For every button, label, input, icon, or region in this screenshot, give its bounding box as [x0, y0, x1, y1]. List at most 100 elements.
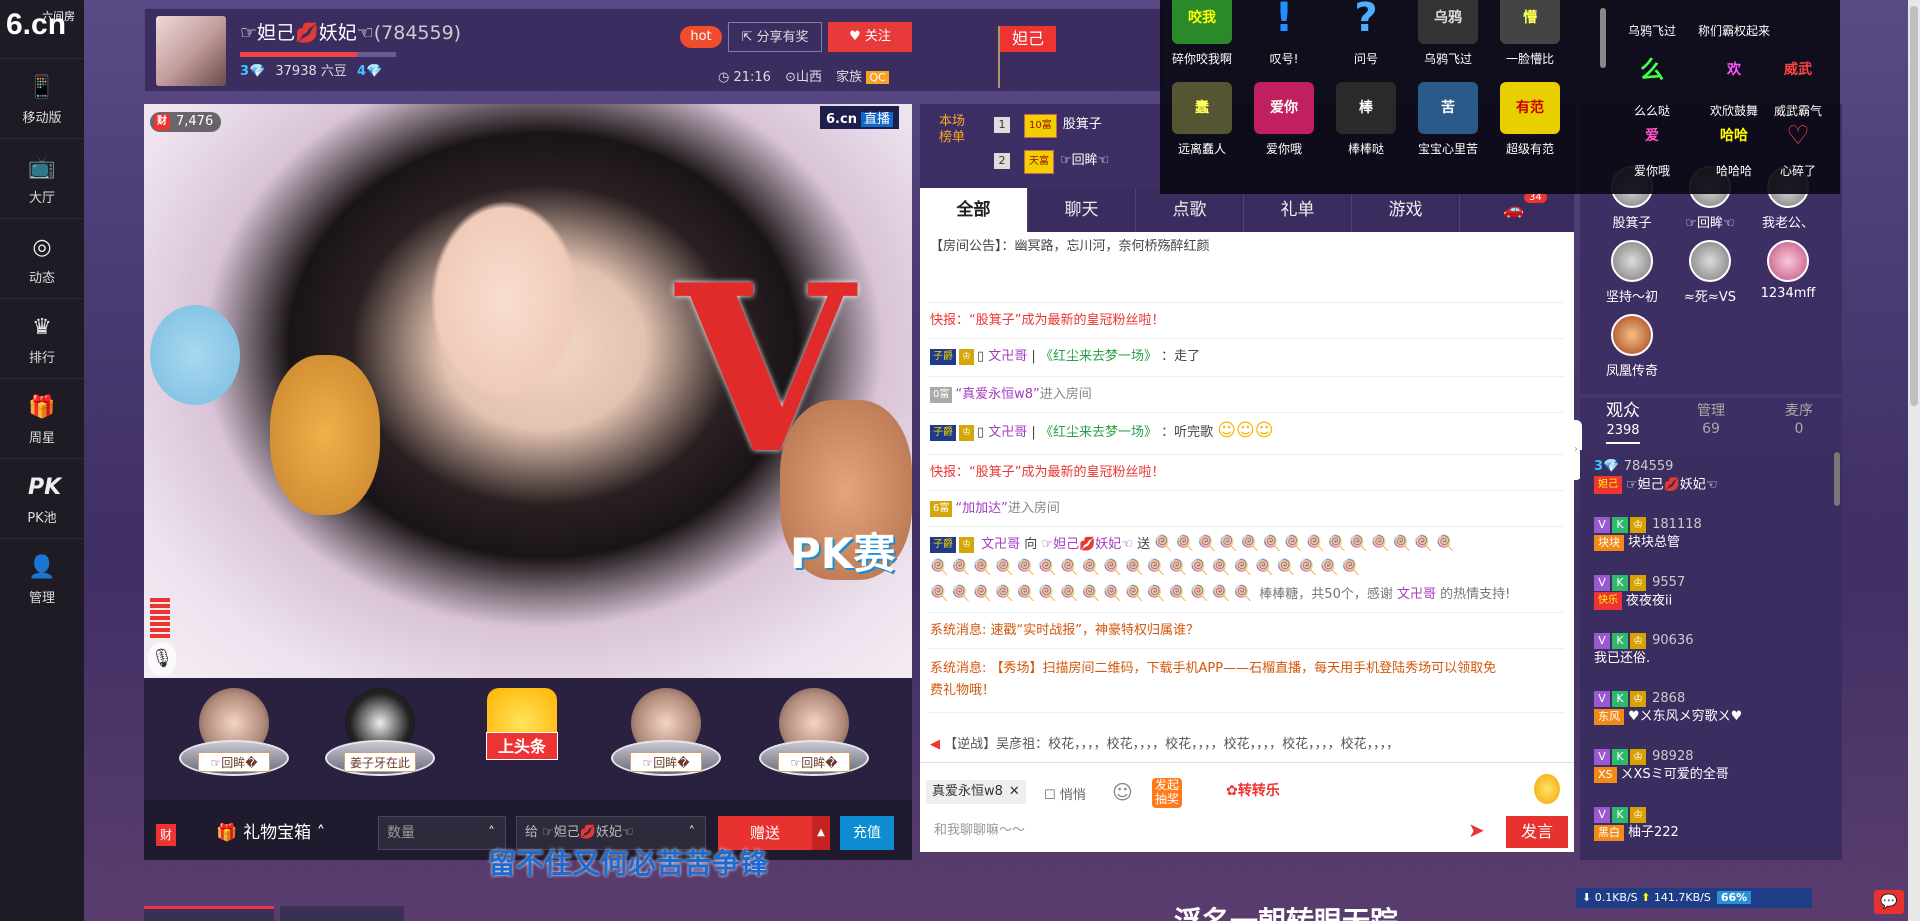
tab-gifts[interactable]: 礼单	[1244, 188, 1352, 232]
nav-admin[interactable]: 👤 管理	[0, 538, 84, 618]
tab-car[interactable]: 🚗	[1460, 188, 1568, 232]
sticker[interactable]: 么么么哒	[1612, 44, 1692, 119]
sticker[interactable]: 苦宝宝心里苦	[1408, 82, 1488, 157]
bottom-tab-1[interactable]	[144, 906, 274, 921]
sticker[interactable]: 有范 超级有范	[1490, 82, 1570, 157]
chat-message: 子爵 ♔ ▯ 文卍哥 | 《红尘来去梦一场》 ：听完歌 ☺☺☺	[930, 422, 1274, 442]
nav-mobile[interactable]: 📱 移动版	[0, 58, 84, 138]
crown-icon: ♔	[959, 536, 974, 553]
diamond-icon: 3	[240, 64, 250, 79]
scroll-message: ◀ 【逆战】吴彦祖：校花，，，，校花，，，，校花，，，，校花，，，，校花，，，，…	[930, 737, 1400, 752]
tab-song[interactable]: 点歌	[1136, 188, 1244, 232]
chevron-up-icon: ˄	[311, 823, 326, 843]
nav-label: PK池	[27, 511, 57, 526]
spin-game-button[interactable]: ✿转转乐	[1226, 780, 1280, 800]
nav-dynamic[interactable]: ◎ 动态	[0, 218, 84, 298]
seat-1[interactable]: ☞回眸�	[174, 688, 294, 798]
list-item[interactable]: V K ♔ 181118 块块 块块总管	[1594, 516, 1834, 552]
ranking-toggle[interactable]: 本场榜单	[934, 114, 970, 146]
share-button[interactable]: ⇱ 分享有奖	[728, 22, 822, 52]
sticker[interactable]: ! 叹号!	[1244, 0, 1324, 67]
recharge-button[interactable]: 充值	[840, 816, 894, 850]
list-item[interactable]: V K ♔ 98928 XS ㄨXSミ可爱的全哥	[1594, 748, 1834, 784]
page-scrollbar[interactable]	[1908, 0, 1920, 921]
seat-2[interactable]: 姜子牙在此	[320, 688, 440, 798]
nav-label: 动态	[28, 271, 55, 286]
sticker[interactable]: 爱爱你哦	[1612, 116, 1692, 179]
guardian[interactable]: 1234mff	[1748, 240, 1828, 301]
guardian[interactable]: 凤凰传奇	[1592, 314, 1672, 379]
video-host-face	[430, 200, 580, 400]
emoji-icon[interactable]: ☺	[1112, 780, 1133, 804]
guardian[interactable]: 坚持～初	[1592, 240, 1672, 305]
sticker[interactable]: 蠢远离蠢人	[1162, 82, 1242, 157]
phone-icon: ▯	[976, 425, 989, 440]
headline-button[interactable]: 上头条	[462, 688, 582, 798]
clock-icon: ◷	[718, 70, 734, 85]
points: 37938 六豆	[275, 64, 347, 79]
list-item[interactable]: V K ♔ 90636 我已还俗.	[1594, 632, 1834, 668]
microphone-icon[interactable]: 🎙	[148, 642, 176, 676]
sticker[interactable]: ? 问号	[1326, 0, 1406, 67]
bottom-tab-2[interactable]	[280, 906, 404, 921]
chat-message: 0富 “真爱永恒w8”进入房间	[930, 386, 1092, 404]
seat-4[interactable]: ☞回眸�	[606, 688, 726, 798]
rank-row-2[interactable]: 2 天富 ☞回眸☜	[994, 150, 1109, 174]
lottery-button[interactable]: 发起抽奖	[1152, 778, 1182, 808]
nav-weekstar[interactable]: 🎁 周星	[0, 378, 84, 458]
chat-panel[interactable]: 【房间公告】：幽冥路，忘川河，奈何桥殇醉红颜 快报：“股箕子”成为最新的皇冠粉丝…	[920, 232, 1574, 762]
cai-icon[interactable]: 财	[156, 824, 176, 846]
sticker[interactable]: ♡ 心碎了	[1760, 116, 1836, 179]
nav-ranking[interactable]: ♛ 排行	[0, 298, 84, 378]
paper-plane-icon[interactable]: ➤	[1468, 818, 1485, 842]
sticker[interactable]: 乌乌鸦飞过	[1612, 0, 1692, 39]
car-icon: 🚗	[1503, 200, 1525, 220]
list-item[interactable]: V K ♔ 9557 快乐 夜夜夜ii	[1594, 574, 1834, 611]
guardian-avatar	[1767, 240, 1809, 282]
nav-hall[interactable]: 📺 大厅	[0, 138, 84, 218]
nav-pk[interactable]: PK PK池	[0, 458, 84, 538]
list-item[interactable]: V K ♔ 2868 东风 ♥ㄨ东风メ穷歌ㄨ♥	[1594, 690, 1834, 726]
smile-emoji-icon: ☺☺☺	[1217, 420, 1274, 441]
sticker[interactable]: 咬我 碎你咬我啊	[1162, 0, 1242, 67]
secret-checkbox[interactable]: ☐ 悄悄	[1044, 784, 1086, 803]
quantity-input[interactable]: 数量 ˄	[378, 816, 506, 850]
golden-egg-icon[interactable]	[1534, 774, 1560, 804]
tab-queue[interactable]: 麦序 0	[1756, 402, 1842, 438]
video-pk-text: PK赛	[790, 529, 896, 578]
site-logo[interactable]: 6.cn 六间房	[0, 0, 84, 58]
sticker[interactable]: 霸称们霸权起来	[1694, 0, 1774, 39]
audience-list[interactable]: 3💎 784559 妲己 ☞妲己💋妖妃☜ V K ♔ 181118 块块 块块总管 V K ♔ …	[1580, 450, 1842, 860]
sticker[interactable]: 威武 威武霸气	[1760, 44, 1836, 119]
tab-admins[interactable]: 管理 69	[1668, 402, 1754, 438]
sticker[interactable]: 乌鸦 乌鸦飞过	[1408, 0, 1488, 67]
list-item[interactable]: 3💎 784559 妲己 ☞妲己💋妖妃☜	[1594, 458, 1834, 495]
checkbox-icon: ☐	[1044, 788, 1060, 803]
seat-5[interactable]: ☞回眸�	[754, 688, 874, 798]
reply-target[interactable]: 真爱永恒w8 ✕	[926, 780, 1026, 804]
rank-row-1[interactable]: 1 10富 股箕子	[994, 114, 1102, 138]
chat-input[interactable]: 和我聊聊嘛～～	[926, 816, 1506, 846]
video-bunny	[150, 305, 240, 405]
message-icon[interactable]: 💬	[1874, 890, 1904, 914]
tab-all[interactable]: 全部	[920, 188, 1028, 232]
sticker[interactable]: 懵一脸懵比	[1490, 0, 1570, 67]
sticker[interactable]: 爱你 爱你哦	[1244, 82, 1324, 157]
hot-badge[interactable]: hot	[680, 26, 722, 48]
family-badge[interactable]: QC	[866, 71, 889, 84]
guardian[interactable]: ≈死≈VS	[1670, 240, 1750, 305]
sticker-scrollbar[interactable]	[1600, 8, 1606, 68]
host-id: (784559)	[373, 22, 462, 44]
tab-games[interactable]: 游戏	[1352, 188, 1460, 232]
gift-box-button[interactable]: 🎁 礼物宝箱 ˄	[216, 818, 325, 843]
pk-icon: PK	[28, 475, 62, 500]
lyric-line-2: 浮名一朝转眼无踪	[1174, 900, 1398, 921]
follow-button[interactable]: ♥ 关注	[828, 22, 912, 52]
audience-scrollbar[interactable]	[1834, 452, 1840, 506]
sticker[interactable]: 棒棒棒哒	[1326, 82, 1406, 157]
list-item[interactable]: V K ♔ 黑白 柚子222	[1594, 806, 1834, 842]
host-avatar[interactable]	[156, 16, 226, 86]
tab-audience[interactable]: 观众 2398	[1580, 402, 1666, 444]
tab-chat[interactable]: 聊天	[1028, 188, 1136, 232]
post-button[interactable]: 发言	[1506, 816, 1568, 848]
